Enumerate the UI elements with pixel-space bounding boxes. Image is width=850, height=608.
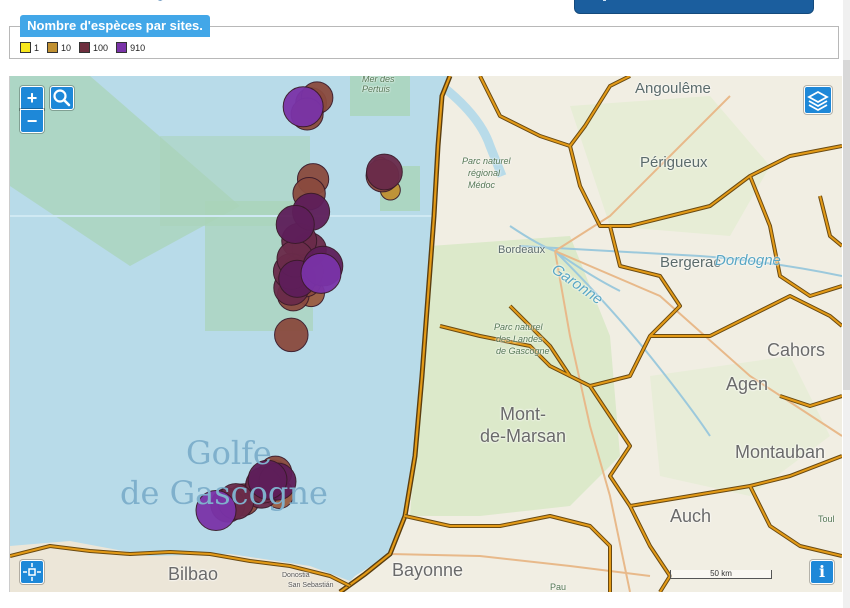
legend-swatch xyxy=(47,42,59,53)
park-label-medoc: Parc naturel xyxy=(462,156,511,166)
legend-label: 100 xyxy=(93,42,109,53)
legend-swatch xyxy=(79,42,91,53)
park-label-landes: des Landes xyxy=(496,334,543,344)
river-label-dordogne: Dordogne xyxy=(715,252,781,269)
sea-label-gascogne: de Gascogne xyxy=(120,474,328,512)
legend-swatch xyxy=(20,42,31,53)
marine-label-mer: Mer des xyxy=(362,76,395,84)
marine-label-pertuis: Pertuis xyxy=(362,84,391,94)
city-label-marsan: de-Marsan xyxy=(480,426,567,446)
city-label-sebastian: San Sebastián xyxy=(288,582,334,589)
legend-label: 1 xyxy=(34,42,40,53)
park-label-landes: de Gascogne xyxy=(496,346,550,356)
city-label-bayonne: Bayonne xyxy=(392,560,464,580)
park-label-medoc: régional xyxy=(468,168,501,178)
sea-label-golfe: Golfe xyxy=(186,434,272,472)
site-marker[interactable] xyxy=(366,153,403,191)
legend-item-1: 1 xyxy=(20,42,39,53)
zoom-in-button[interactable]: + xyxy=(20,86,44,110)
scrollbar-thumb[interactable] xyxy=(843,60,850,390)
legend-title: Nombre d'espèces par sites. xyxy=(20,15,210,37)
city-label-bilbao: Bilbao xyxy=(168,564,219,584)
city-label-angouleme: Angoulême xyxy=(635,80,711,97)
city-label-bordeaux: Bordeaux xyxy=(498,244,546,256)
city-label-pau: Pau xyxy=(550,582,567,592)
map-base xyxy=(10,76,842,592)
park-label-medoc: Médoc xyxy=(468,180,496,190)
site-marker[interactable] xyxy=(282,86,324,128)
legend-item-10: 10 xyxy=(47,42,71,53)
city-label-bergerac: Bergerac xyxy=(660,254,721,271)
site-logo xyxy=(150,0,380,8)
site-marker[interactable] xyxy=(275,204,315,245)
city-label-donostia: Donostia xyxy=(282,572,310,579)
page-scrollbar[interactable] xyxy=(843,0,850,608)
layers-icon xyxy=(807,90,829,112)
layers-button[interactable] xyxy=(804,86,832,114)
pan-icon xyxy=(23,563,41,581)
navigation-button[interactable] xyxy=(20,560,44,584)
scale-bar: 50 km xyxy=(670,570,772,579)
park-label-landes: Parc naturel xyxy=(494,322,543,332)
city-label-mont: Mont- xyxy=(500,404,547,424)
legend-swatch xyxy=(116,42,128,53)
city-label-toul: Toul xyxy=(818,514,835,524)
site-marker[interactable] xyxy=(300,252,342,294)
map-view[interactable]: Angoulême Périgueux Bordeaux Bergerac Do… xyxy=(9,76,842,592)
info-button[interactable]: i xyxy=(810,560,834,584)
legend-label: 910 xyxy=(130,42,146,53)
legend-item-910: 910 xyxy=(116,42,145,53)
city-label-perigueux: Périgueux xyxy=(640,154,708,171)
city-label-agen: Agen xyxy=(726,374,769,394)
city-label-montauban: Montauban xyxy=(735,442,826,462)
city-label-auch: Auch xyxy=(670,506,712,526)
legend-item-100: 100 xyxy=(79,42,108,53)
site-marker[interactable] xyxy=(274,317,309,353)
search-button[interactable] xyxy=(50,86,74,110)
city-label-cahors: Cahors xyxy=(767,340,826,360)
header-button[interactable] xyxy=(574,0,814,14)
legend-label: 10 xyxy=(61,42,72,53)
zoom-out-button[interactable]: − xyxy=(20,109,44,133)
search-icon xyxy=(53,89,71,107)
